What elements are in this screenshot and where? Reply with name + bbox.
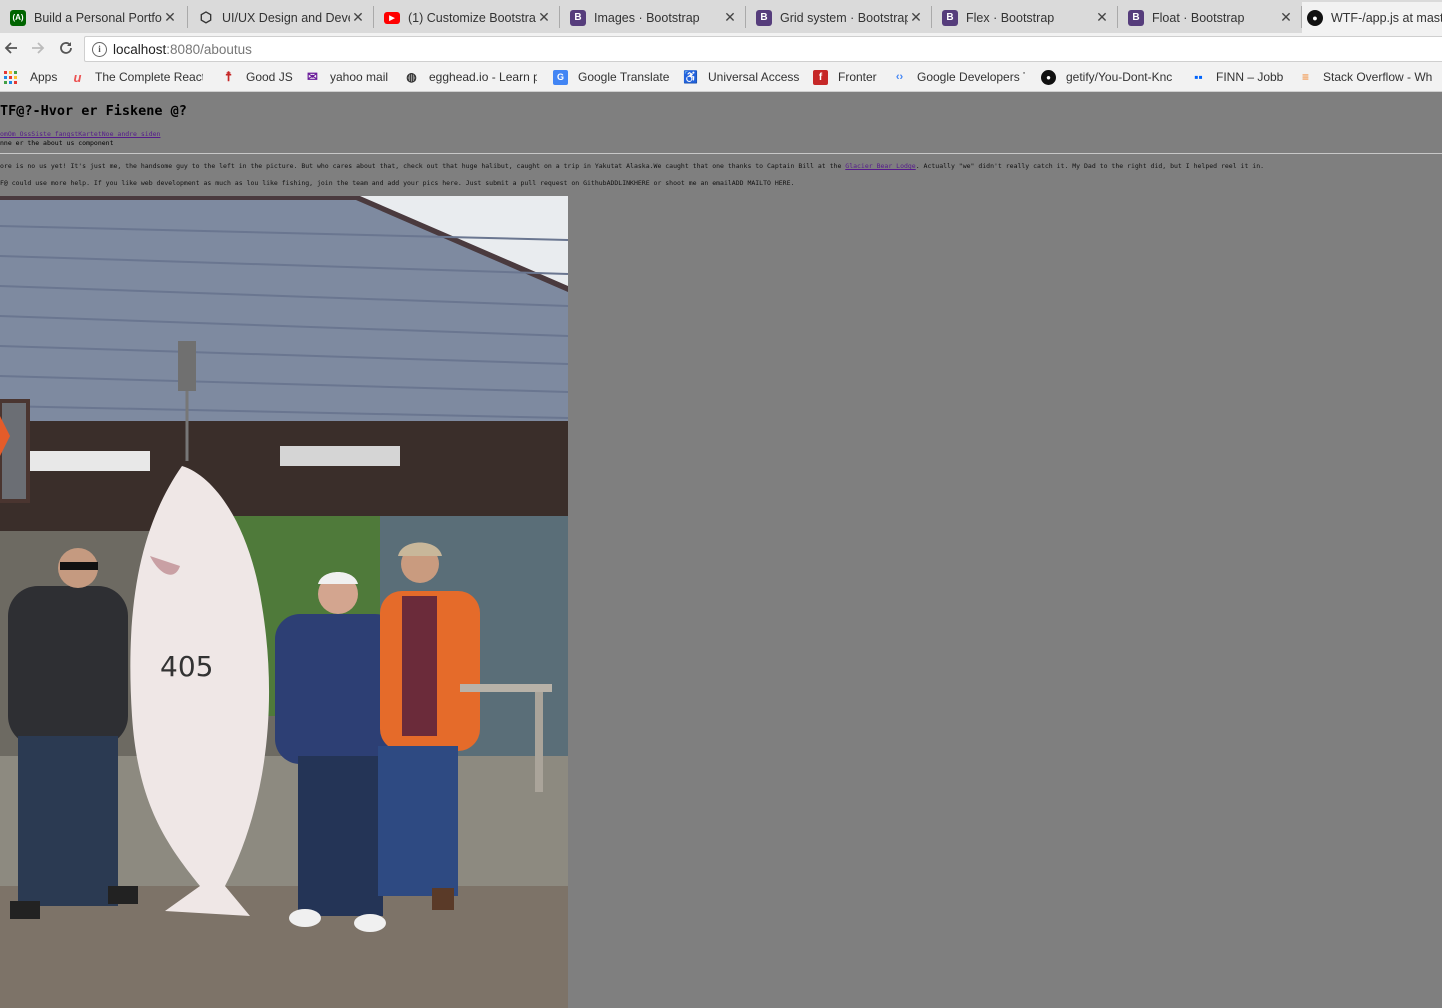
- tab-6[interactable]: B Float · Bootstrap ✕: [1118, 2, 1300, 33]
- tab-1[interactable]: ⬡ UI/UX Design and Development ✕: [188, 2, 372, 33]
- finn-icon: ▪▪: [1194, 70, 1203, 84]
- bookmark-stackoverflow[interactable]: ≡ Stack Overflow - Wh: [1298, 69, 1432, 85]
- bookmark-react[interactable]: u The Complete React: [70, 69, 203, 85]
- close-icon[interactable]: ✕: [350, 9, 366, 26]
- udemy-icon: u: [73, 69, 82, 85]
- nav-links[interactable]: omOm OssSiste fangstKartetNoe andre side…: [0, 130, 160, 138]
- back-icon[interactable]: [1, 38, 21, 58]
- tab-3[interactable]: B Images · Bootstrap ✕: [560, 2, 744, 33]
- google-dev-icon: ‹›: [895, 71, 904, 83]
- fronter-icon: f: [813, 69, 828, 85]
- paragraph-intro: ore is no us yet! It's just me, the hand…: [0, 162, 1265, 170]
- stackoverflow-icon: ≡: [1301, 70, 1309, 84]
- address-bar[interactable]: i localhost:8080/aboutus: [84, 36, 1442, 62]
- access-icon: ♿: [683, 70, 698, 84]
- bookmarks-bar: Apps u The Complete React ☨ Good JS ✉ ya…: [0, 63, 1442, 92]
- bookmark-google-dev[interactable]: ‹› Google Developers T: [892, 69, 1025, 85]
- tab-strip: (A) Build a Personal Portfolio ✕ ⬡ UI/UX…: [0, 0, 1442, 33]
- close-icon[interactable]: ✕: [536, 9, 552, 26]
- halibut-weight-label: 405: [160, 650, 213, 683]
- page-content: TF@?-Hvor er Fiskene @? omOm OssSiste fa…: [0, 92, 1442, 1008]
- tab-5[interactable]: B Flex · Bootstrap ✕: [932, 2, 1116, 33]
- halibut-photo: 405: [0, 196, 568, 1008]
- youtube-icon: ▶: [384, 11, 400, 24]
- bootstrap-icon: B: [942, 9, 958, 26]
- glacier-bear-lodge-link[interactable]: Glacier Bear Lodge: [845, 162, 915, 170]
- bookmark-universal-access[interactable]: ♿ Universal Access: [683, 69, 799, 85]
- translate-icon: G: [553, 69, 568, 85]
- bootstrap-icon: B: [756, 9, 772, 26]
- bookmark-translate[interactable]: G Google Translate: [553, 69, 669, 85]
- close-icon[interactable]: ✕: [722, 9, 738, 26]
- bookmark-fronter[interactable]: f Fronter: [813, 69, 877, 85]
- person-icon: ☨: [224, 69, 233, 84]
- browser-toolbar: i localhost:8080/aboutus: [0, 33, 1442, 63]
- page-subtitle: nne er the about us component: [0, 139, 114, 147]
- bookmark-egghead[interactable]: ◍ egghead.io - Learn p: [404, 69, 537, 85]
- tab-4[interactable]: B Grid system · Bootstrap ✕: [746, 2, 930, 33]
- info-icon[interactable]: i: [92, 41, 107, 57]
- page-title: TF@?-Hvor er Fiskene @?: [0, 103, 187, 119]
- tab-0[interactable]: (A) Build a Personal Portfolio ✕: [0, 2, 185, 33]
- divider: [0, 153, 1442, 154]
- egghead-icon: ◍: [406, 70, 417, 84]
- github-icon: ●: [1041, 69, 1056, 85]
- url-text[interactable]: localhost:8080/aboutus: [113, 42, 252, 57]
- close-icon[interactable]: ✕: [162, 9, 178, 26]
- forward-icon[interactable]: [28, 38, 48, 58]
- paragraph-join: F@ could use more help. If you like web …: [0, 179, 795, 187]
- cube-icon: ⬡: [199, 9, 213, 25]
- close-icon[interactable]: ✕: [1278, 9, 1294, 26]
- bookmark-goodjs[interactable]: ☨ Good JS: [221, 69, 293, 85]
- close-icon[interactable]: ✕: [1094, 9, 1110, 26]
- tab-7[interactable]: ● WTF-/app.js at master: [1302, 2, 1442, 33]
- mail-icon: ✉: [307, 69, 318, 84]
- bookmark-yahoo[interactable]: ✉ yahoo mail: [305, 69, 388, 85]
- bootstrap-icon: B: [1128, 9, 1144, 26]
- close-icon[interactable]: ✕: [908, 9, 924, 26]
- github-icon: ●: [1307, 9, 1323, 26]
- bookmark-getify[interactable]: ● getify/You-Dont-Knc: [1041, 69, 1172, 85]
- tab-2[interactable]: ▶ (1) Customize Bootstrap ✕: [374, 2, 558, 33]
- freecodecamp-icon: (A): [10, 9, 26, 26]
- bookmark-finn[interactable]: ▪▪ FINN – Jobb: [1191, 69, 1283, 85]
- apps-grid-icon: [3, 70, 18, 85]
- bookmark-apps[interactable]: Apps: [3, 69, 57, 85]
- bootstrap-icon: B: [570, 9, 586, 26]
- reload-icon[interactable]: [56, 38, 76, 58]
